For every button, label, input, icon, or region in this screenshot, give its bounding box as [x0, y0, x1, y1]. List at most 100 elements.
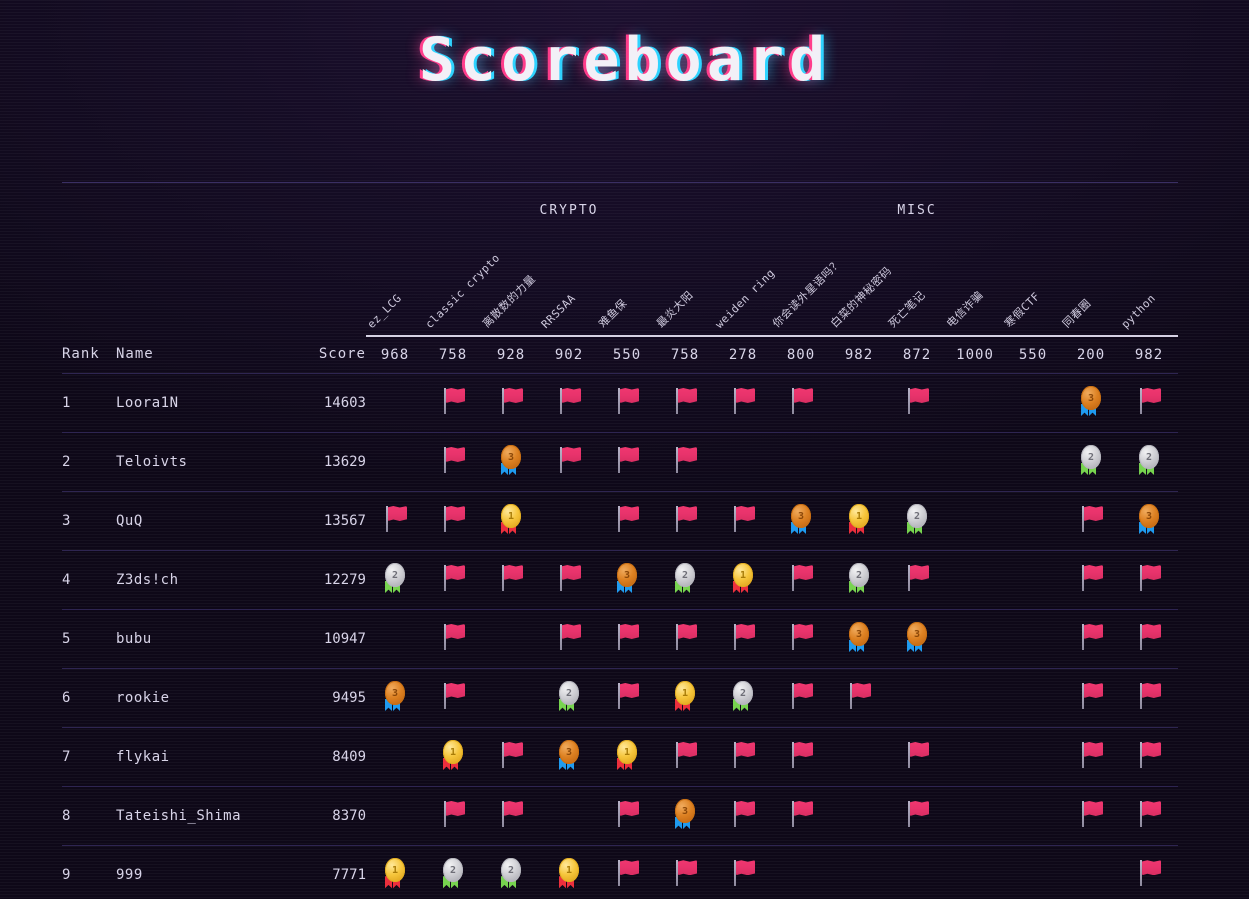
- table-row[interactable]: 7 flykai 8409 1 3 1: [62, 727, 1179, 787]
- solve-cell: 1: [656, 669, 714, 728]
- table-row[interactable]: 6 rookie 9495 3 2 1 2: [62, 668, 1179, 728]
- table-row[interactable]: 2 Teloivts 13629 3 2 2: [62, 432, 1179, 492]
- table-row[interactable]: 8 Tateishi_Shima 8370 3: [62, 786, 1179, 846]
- challenge-points-7: 278: [728, 346, 758, 363]
- challenge-header-4[interactable]: RRSSAA: [539, 238, 598, 337]
- table-row[interactable]: 9 999 7771 1 2 2 1: [62, 845, 1179, 899]
- solve-cell: 2: [1120, 433, 1178, 492]
- col-label-name[interactable]: Name: [116, 336, 302, 374]
- challenge-points-4: 902: [554, 346, 584, 363]
- challenge-header-10[interactable]: 死亡笔记: [886, 238, 947, 337]
- flag-pole: [676, 624, 678, 650]
- solve-cell: [1004, 728, 1062, 787]
- flag-icon: [554, 384, 584, 418]
- challenge-header-rotwrap: ez_LCG: [365, 239, 424, 335]
- flag-cloth: [446, 447, 465, 462]
- row-rank: 3: [62, 513, 71, 529]
- flag-pole: [908, 388, 911, 414]
- flag-pole: [1082, 506, 1085, 532]
- medal-disc: 3: [675, 799, 695, 823]
- solve-cell: [772, 610, 830, 669]
- flag-icon: [728, 856, 758, 890]
- row-player-name[interactable]: flykai: [116, 728, 302, 787]
- flag-cloth: [852, 683, 872, 698]
- flag-cloth: [794, 683, 814, 698]
- flag-icon: [1076, 738, 1106, 772]
- row-player-name[interactable]: QuQ: [116, 492, 302, 551]
- challenge-name-label: 死亡笔记: [886, 288, 928, 330]
- table-row[interactable]: 5 bubu 10947 3 3: [62, 609, 1179, 669]
- flag-pole: [1082, 742, 1085, 768]
- solve-cell: [366, 374, 424, 433]
- flag-cloth: [794, 624, 814, 639]
- flag-cloth: [1142, 742, 1162, 757]
- solve-cell: [424, 787, 482, 846]
- flag-icon: [1134, 797, 1164, 831]
- solve-cell: 3: [656, 787, 714, 846]
- col-label-score[interactable]: Score: [302, 336, 366, 374]
- flag-icon: [554, 443, 584, 477]
- flag-icon: [902, 797, 932, 831]
- challenge-header-8[interactable]: 你会读外星语吗？: [770, 238, 844, 337]
- solve-cell: [366, 492, 424, 551]
- solve-cell: [656, 492, 714, 551]
- silver-medal-icon: 2: [728, 679, 758, 713]
- row-player-name[interactable]: Tateishi_Shima: [116, 787, 302, 846]
- page-title: Scoreboard: [418, 25, 831, 95]
- challenge-header-9[interactable]: 白菜的神秘密码: [828, 238, 894, 337]
- row-score: 13567: [323, 513, 366, 529]
- solve-cell: [888, 551, 946, 610]
- challenge-header-rotwrap: 寒假CTF: [1002, 239, 1062, 335]
- flag-icon: [902, 561, 932, 595]
- solve-cell: [424, 610, 482, 669]
- flag-pole: [734, 801, 736, 827]
- solve-cell: [366, 728, 424, 787]
- challenge-header-6[interactable]: 最炎大阳: [654, 238, 714, 337]
- col-label-rank[interactable]: Rank: [62, 336, 116, 374]
- challenge-header-1[interactable]: ez_LCG: [365, 238, 424, 337]
- row-player-name[interactable]: 999: [116, 846, 302, 899]
- row-player-name[interactable]: bubu: [116, 610, 302, 669]
- flag-icon: [670, 502, 700, 536]
- solve-cell: [482, 728, 540, 787]
- solve-cell: 2: [482, 846, 540, 899]
- flag-cloth: [620, 683, 639, 698]
- challenge-header-14[interactable]: python: [1119, 238, 1179, 337]
- solve-cell: [1004, 374, 1062, 433]
- challenge-header-2[interactable]: classic crypto: [423, 238, 503, 337]
- solve-cell: [714, 728, 772, 787]
- table-row[interactable]: 1 Loora1N 14603 3: [62, 373, 1179, 433]
- flag-icon: [612, 443, 642, 477]
- row-score: 8409: [332, 749, 366, 765]
- flag-pole: [1082, 565, 1085, 591]
- medal-disc: 2: [443, 858, 463, 883]
- flag-icon: [496, 738, 526, 772]
- challenge-header-3[interactable]: 离散数的力量: [480, 238, 540, 337]
- flag-icon: [496, 561, 526, 595]
- flag-cloth: [794, 801, 814, 816]
- challenge-header-11[interactable]: 电信诈骗: [944, 238, 1005, 337]
- solve-cell: [1120, 728, 1178, 787]
- challenge-header-13[interactable]: 同春圈: [1060, 238, 1121, 337]
- medal-disc: 2: [385, 563, 405, 587]
- row-player-name[interactable]: Z3ds!ch: [116, 551, 302, 610]
- challenge-header-7[interactable]: weiden ring: [713, 238, 777, 337]
- flag-icon: [1134, 738, 1164, 772]
- row-player-name[interactable]: Loora1N: [116, 374, 302, 433]
- table-row[interactable]: 3 QuQ 13567 1 3 1 2 3: [62, 491, 1179, 551]
- table-row[interactable]: 4 Z3ds!ch 12279 2 3 2 1 2: [62, 550, 1179, 610]
- challenge-points-6: 758: [670, 346, 700, 363]
- row-player-name[interactable]: Teloivts: [116, 433, 302, 492]
- flag-pole: [502, 742, 504, 768]
- challenge-header-12[interactable]: 寒假CTF: [1002, 238, 1063, 337]
- row-score: 13629: [323, 454, 366, 470]
- challenge-header-5[interactable]: 难鱼保: [596, 238, 656, 337]
- flag-icon: [1134, 561, 1164, 595]
- silver-medal-icon: 2: [902, 502, 932, 536]
- flag-cloth: [678, 447, 697, 462]
- flag-pole: [502, 388, 504, 414]
- solve-cell: [1004, 669, 1062, 728]
- flag-icon: [728, 738, 758, 772]
- row-player-name[interactable]: rookie: [116, 669, 302, 728]
- challenge-header-rotwrap: 死亡笔记: [886, 239, 946, 335]
